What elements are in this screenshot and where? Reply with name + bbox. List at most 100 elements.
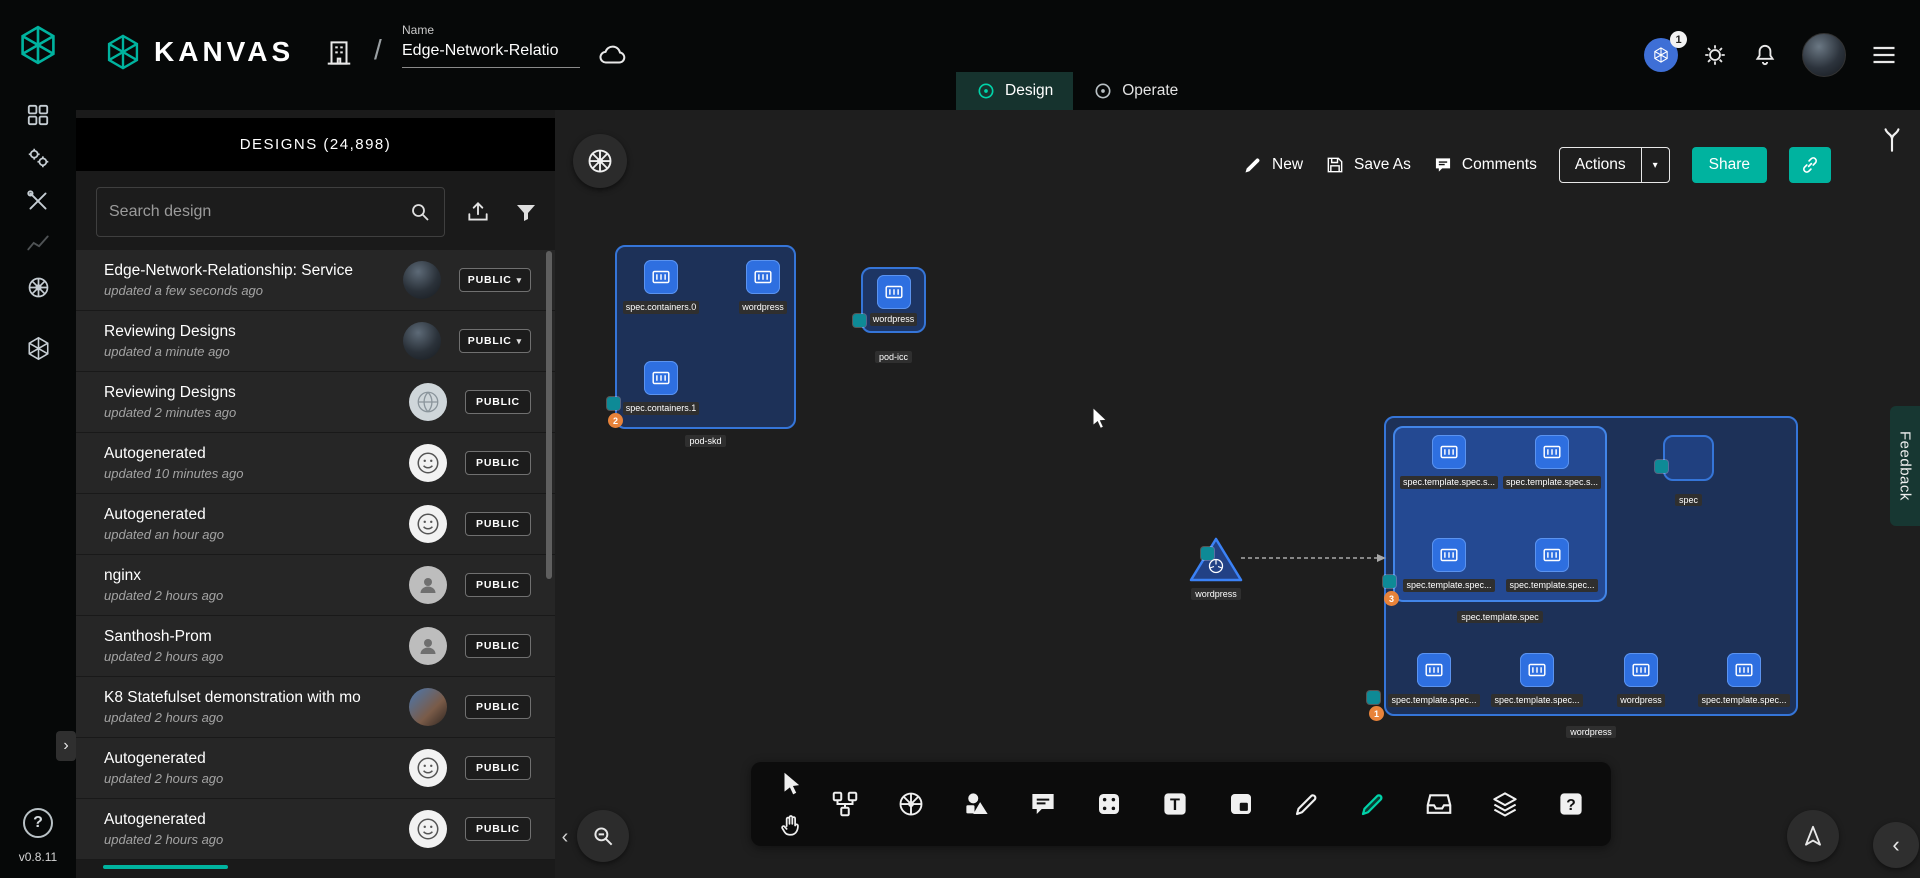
design-list-item[interactable]: Autogeneratedupdated an hour ago PUBLIC [76, 494, 555, 555]
dock-collapse-chevron[interactable]: ‹ [557, 822, 573, 852]
container-node[interactable]: spec.template.spec... [1432, 538, 1466, 592]
design-list-item[interactable]: Reviewing Designsupdated 2 minutes ago P… [76, 372, 555, 433]
relationship-badge-icon[interactable] [1367, 691, 1380, 704]
hamburger-menu-button[interactable] [1870, 41, 1898, 69]
visibility-badge[interactable]: PUBLIC [465, 756, 531, 780]
kanvas-brand[interactable]: KANVAS [104, 33, 294, 71]
container-node[interactable]: spec.template.spec... [1417, 653, 1451, 707]
visibility-badge[interactable]: PUBLIC [465, 390, 531, 414]
design-list-item[interactable]: Edge-Network-Relationship: Serviceupdate… [76, 250, 555, 311]
save-as-button[interactable]: Save As [1325, 155, 1411, 175]
shapes-icon[interactable] [959, 786, 995, 822]
search-box[interactable] [96, 187, 445, 237]
freehand-pen-icon[interactable] [1355, 786, 1391, 822]
list-scrollbar[interactable] [546, 251, 552, 579]
design-canvas[interactable]: New Save As Comments Actions ▾ Share [555, 110, 1920, 878]
visibility-badge[interactable]: PUBLIC [465, 817, 531, 841]
design-list-item[interactable]: nginxupdated 2 hours ago PUBLIC [76, 555, 555, 616]
container-node[interactable]: spec.template.spec.s... [1535, 435, 1569, 489]
visibility-badge[interactable]: PUBLIC▾ [459, 329, 531, 353]
visibility-badge[interactable]: PUBLIC [465, 634, 531, 658]
pod-template-group-node[interactable] [1393, 426, 1607, 602]
relationship-edge[interactable] [1239, 551, 1389, 565]
pan-hand-icon[interactable] [773, 807, 809, 843]
notifications-cloud-button[interactable]: 1 [1644, 38, 1678, 72]
visibility-badge[interactable]: PUBLIC [465, 695, 531, 719]
count-badge[interactable]: 2 [608, 413, 623, 428]
select-cursor-icon[interactable] [773, 765, 809, 801]
panel-expand-handle[interactable]: › [56, 731, 76, 761]
caret-down-icon[interactable]: ▾ [1642, 148, 1669, 182]
settings-gears-icon[interactable] [23, 143, 53, 173]
copy-link-button[interactable] [1789, 147, 1831, 183]
container-node[interactable]: wordpress [1624, 653, 1658, 707]
user-avatar[interactable] [1802, 33, 1846, 77]
kubernetes-fab-button[interactable] [573, 134, 627, 188]
design-list-item[interactable]: K8 Statefulset demonstration with moupda… [76, 677, 555, 738]
search-input[interactable] [109, 203, 408, 221]
kubernetes-wheel-icon[interactable] [893, 786, 929, 822]
visibility-badge[interactable]: PUBLIC▾ [459, 268, 531, 292]
visibility-badge[interactable]: PUBLIC [465, 451, 531, 475]
y-branch-icon[interactable] [1877, 124, 1907, 154]
spec-node[interactable] [1663, 435, 1714, 481]
design-list-item[interactable]: Santhosh-Promupdated 2 hours ago PUBLIC [76, 616, 555, 677]
lifecycle-wheel-icon[interactable] [23, 272, 53, 302]
container-node[interactable]: spec.containers.1 [644, 361, 678, 415]
dashboard-icon[interactable] [23, 100, 53, 130]
tab-design[interactable]: Design [956, 72, 1073, 110]
settings-gear-button[interactable] [1702, 42, 1728, 68]
comments-button[interactable]: Comments [1433, 155, 1537, 175]
relationship-badge-icon[interactable] [1655, 460, 1668, 473]
help-tool-icon[interactable]: ? [1553, 786, 1589, 822]
container-node[interactable]: spec.template.spec... [1535, 538, 1569, 592]
relationship-badge-icon[interactable] [1201, 547, 1214, 560]
actions-dropdown-button[interactable]: Actions ▾ [1559, 147, 1670, 183]
import-design-icon[interactable] [463, 197, 493, 227]
design-name-input[interactable] [402, 37, 580, 68]
design-mode-icon [976, 81, 996, 101]
design-list-item[interactable]: Autogeneratedupdated 2 hours ago PUBLIC [76, 799, 555, 860]
visibility-badge[interactable]: PUBLIC [465, 573, 531, 597]
dice-icon[interactable] [1091, 786, 1127, 822]
design-list-item[interactable]: Reviewing Designsupdated a minute ago PU… [76, 311, 555, 372]
container-node[interactable]: spec.containers.0 [644, 260, 678, 314]
zoom-button[interactable] [577, 810, 629, 862]
count-badge[interactable]: 1 [1369, 706, 1384, 721]
panel-collapse-chevron-button[interactable]: ‹ [1873, 822, 1919, 868]
service-triangle-node[interactable] [1188, 535, 1244, 583]
filter-funnel-icon[interactable] [511, 197, 541, 227]
container-node[interactable]: wordpress [746, 260, 780, 314]
cloud-sync-icon[interactable] [598, 40, 628, 70]
new-design-button[interactable]: New [1243, 155, 1303, 175]
kanvas-rail-logo-icon[interactable] [17, 24, 59, 66]
flow-diagram-icon[interactable] [827, 786, 863, 822]
pod-node[interactable]: wordpress [861, 267, 926, 333]
tab-operate[interactable]: Operate [1073, 72, 1198, 110]
pen-tool-icon[interactable] [1289, 786, 1325, 822]
tray-icon[interactable] [1421, 786, 1457, 822]
organization-building-icon[interactable] [324, 38, 354, 68]
text-tool-icon[interactable]: T [1157, 786, 1193, 822]
layers-icon[interactable] [1487, 786, 1523, 822]
container-node[interactable]: spec.template.spec.s... [1432, 435, 1466, 489]
visibility-badge[interactable]: PUBLIC [465, 512, 531, 536]
share-button[interactable]: Share [1692, 147, 1767, 183]
relationship-badge-icon[interactable] [853, 314, 866, 327]
container-node[interactable]: spec.template.spec... [1727, 653, 1761, 707]
design-list-item[interactable]: Autogeneratedupdated 2 hours ago PUBLIC [76, 738, 555, 799]
comment-tool-icon[interactable] [1025, 786, 1061, 822]
feedback-tab[interactable]: Feedback [1890, 406, 1920, 526]
help-button[interactable]: ? [23, 808, 53, 838]
meshery-hexagon-icon[interactable] [23, 333, 53, 363]
relationship-badge-icon[interactable] [607, 397, 620, 410]
design-list-item[interactable]: Autogeneratedupdated 10 minutes ago PUBL… [76, 433, 555, 494]
performance-chart-icon[interactable] [23, 229, 53, 259]
count-badge[interactable]: 3 [1384, 591, 1399, 606]
locate-button[interactable] [1787, 810, 1839, 862]
panel-tool-icon[interactable] [1223, 786, 1259, 822]
container-node[interactable]: spec.template.spec... [1520, 653, 1554, 707]
relationship-badge-icon[interactable] [1383, 575, 1396, 588]
toolbox-icon[interactable] [23, 186, 53, 216]
alerts-bell-button[interactable] [1752, 42, 1778, 68]
